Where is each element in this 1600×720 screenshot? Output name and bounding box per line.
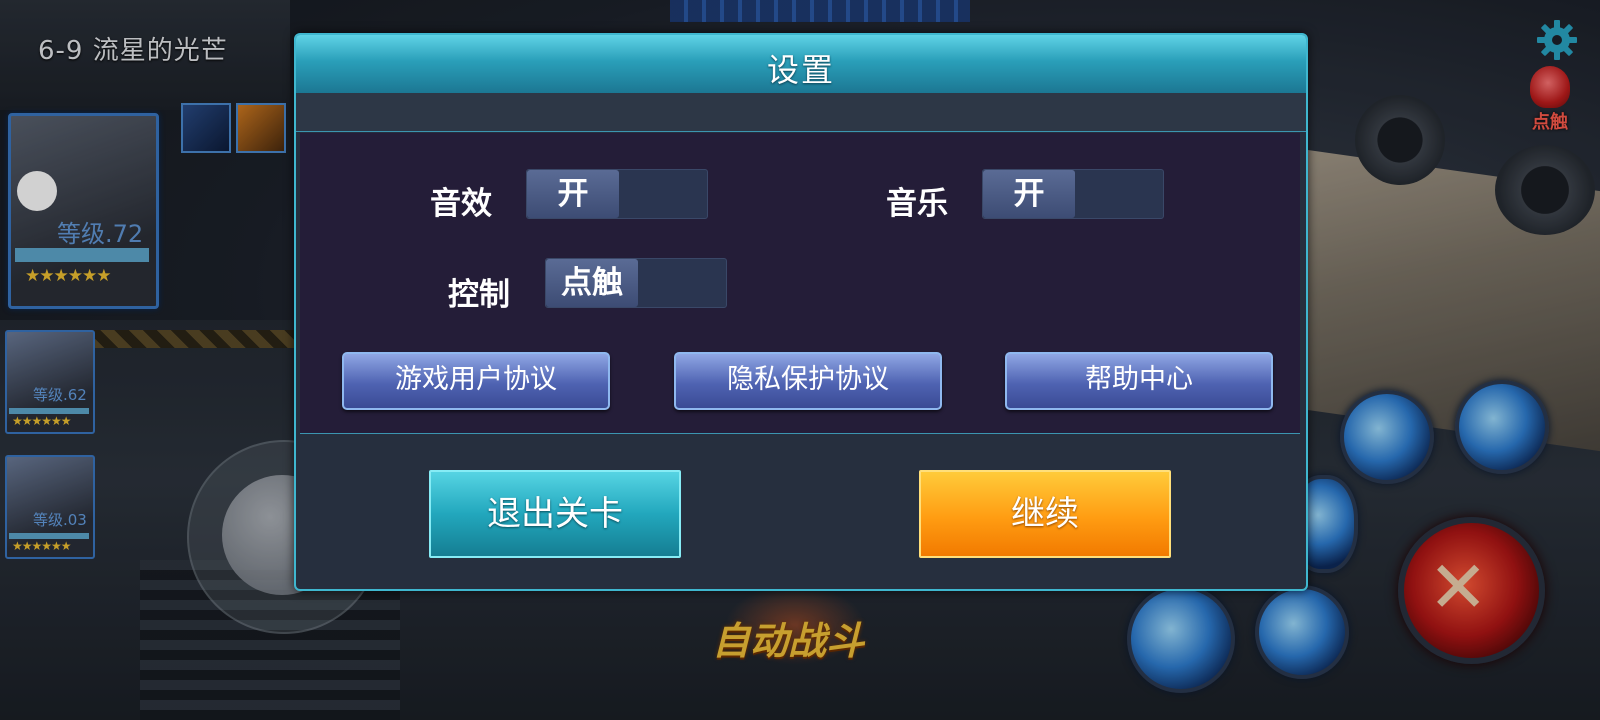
continue-button[interactable]: 继续 bbox=[919, 470, 1171, 558]
dialog-title: 设置 bbox=[766, 51, 835, 89]
sound-effects-label: 音效 bbox=[430, 186, 492, 222]
user-agreement-button[interactable]: 游戏用户协议 bbox=[342, 352, 610, 410]
exit-level-button[interactable]: 退出关卡 bbox=[429, 470, 681, 558]
control-label: 控制 bbox=[448, 277, 510, 313]
music-toggle[interactable]: 开 bbox=[982, 169, 1164, 219]
sound-effects-value: 开 bbox=[527, 170, 619, 218]
settings-dialog: 设置 音效 开 音乐 开 控制 点触 游戏用户协议 隐私保护协议 帮助中心 退出… bbox=[294, 33, 1308, 591]
privacy-agreement-button[interactable]: 隐私保护协议 bbox=[674, 352, 942, 410]
control-value: 点触 bbox=[546, 259, 638, 307]
sound-effects-toggle[interactable]: 开 bbox=[526, 169, 708, 219]
settings-panel: 音效 开 音乐 开 控制 点触 游戏用户协议 隐私保护协议 帮助中心 bbox=[300, 133, 1300, 434]
dialog-subheader bbox=[296, 93, 1306, 132]
control-toggle[interactable]: 点触 bbox=[545, 258, 727, 308]
help-center-button[interactable]: 帮助中心 bbox=[1005, 352, 1273, 410]
music-value: 开 bbox=[983, 170, 1075, 218]
music-label: 音乐 bbox=[886, 186, 948, 222]
